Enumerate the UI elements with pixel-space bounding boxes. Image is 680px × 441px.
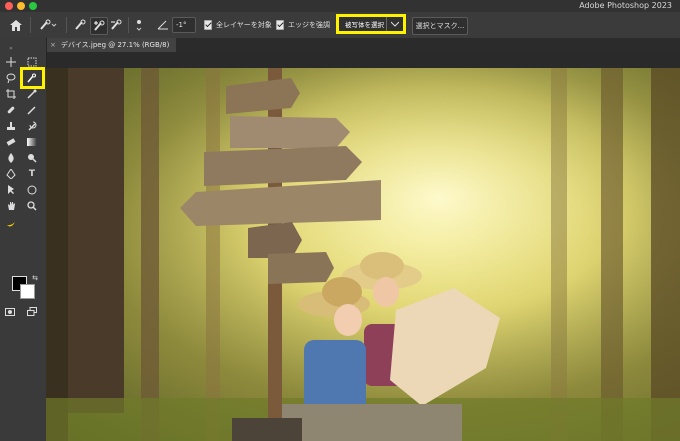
brush-new-selection-icon — [75, 19, 86, 30]
chevron-down-icon — [391, 21, 399, 27]
enhance-edge-label: エッジを強調 — [288, 21, 330, 29]
lasso-icon — [6, 73, 16, 83]
type-icon: T — [28, 169, 36, 179]
brush-size-picker[interactable] — [132, 17, 146, 33]
separator — [66, 17, 67, 33]
eyedropper-icon — [27, 89, 37, 99]
gradient-tool[interactable] — [25, 136, 39, 148]
type-tool[interactable]: T — [25, 168, 39, 180]
hand-tool[interactable] — [4, 200, 18, 212]
add-to-selection-button[interactable] — [90, 17, 108, 35]
document-tab-title: デバイス.jpeg @ 27.1% (RGB/8) — [60, 41, 170, 49]
blur-icon — [8, 153, 14, 163]
dodge-icon — [28, 154, 37, 163]
eraser-icon — [6, 138, 16, 146]
angle-icon — [156, 17, 170, 33]
marquee-icon — [27, 57, 37, 67]
path-selection-tool[interactable] — [4, 184, 18, 196]
enhance-edge-checkbox[interactable] — [276, 17, 284, 33]
photo-scene — [46, 68, 680, 441]
swap-colors-icon[interactable]: ⇆ — [28, 272, 42, 284]
dodge-tool[interactable] — [25, 152, 39, 164]
stamp-icon — [7, 122, 15, 130]
select-subject-dropdown[interactable] — [386, 17, 403, 31]
ellipse-tool[interactable] — [25, 184, 39, 196]
move-icon — [6, 57, 16, 67]
select-subject-button[interactable]: 被写体を選択 — [336, 14, 406, 34]
history-brush-tool[interactable] — [25, 120, 39, 132]
background-color-swatch[interactable] — [20, 284, 35, 299]
document-tab-bar: × デバイス.jpeg @ 27.1% (RGB/8) — [46, 38, 680, 52]
quick-selection-highlight — [20, 67, 45, 89]
collapse-panel-icon[interactable]: » — [4, 42, 18, 54]
magnifier-icon — [27, 201, 37, 211]
pen-tool[interactable] — [4, 168, 18, 180]
healing-brush-tool[interactable] — [4, 104, 18, 116]
eyedropper-tool[interactable] — [25, 88, 39, 100]
ruler — [46, 52, 680, 69]
crop-icon — [6, 89, 16, 99]
zoom-window-button[interactable] — [29, 2, 37, 10]
options-bar: -1° 全レイヤーを対象 エッジを強調 被写体を選択 選択とマスク... — [0, 12, 680, 39]
tool-preset-picker[interactable] — [36, 17, 60, 33]
separator — [128, 17, 129, 33]
quick-mask-button[interactable] — [3, 306, 17, 318]
title-bar: Adobe Photoshop 2023 — [0, 0, 680, 12]
screen-mode-icon — [27, 307, 37, 316]
select-and-mask-button[interactable]: 選択とマスク... — [412, 17, 468, 35]
document-tab[interactable]: × デバイス.jpeg @ 27.1% (RGB/8) — [46, 38, 176, 52]
close-window-button[interactable] — [5, 2, 13, 10]
tools-panel: » T ⇆ — [0, 38, 47, 441]
screen-mode-button[interactable] — [25, 306, 39, 318]
minimize-window-button[interactable] — [17, 2, 25, 10]
quick-select-brush-icon — [40, 19, 57, 30]
banana-icon — [7, 222, 15, 227]
lasso-tool[interactable] — [4, 72, 18, 84]
brush-icon — [27, 106, 36, 115]
separator — [30, 17, 31, 33]
angle-field[interactable]: -1° — [172, 17, 196, 33]
arrow-pointer-icon — [8, 185, 14, 194]
home-button[interactable] — [6, 17, 26, 33]
hand-icon — [8, 202, 15, 210]
edit-toolbar-button[interactable] — [4, 218, 18, 230]
new-selection-button[interactable] — [72, 17, 88, 33]
close-tab-icon[interactable]: × — [46, 41, 61, 49]
eraser-tool[interactable] — [4, 136, 18, 148]
sample-all-layers-label: 全レイヤーを対象 — [216, 21, 272, 29]
home-icon — [10, 19, 22, 31]
brush-add-selection-icon — [94, 20, 105, 31]
quick-mask-icon — [5, 308, 15, 316]
document-canvas[interactable] — [46, 68, 680, 441]
pen-icon — [6, 169, 16, 179]
brush-tool[interactable] — [25, 104, 39, 116]
zoom-tool[interactable] — [25, 200, 39, 212]
brush-size-icon — [136, 20, 142, 31]
subtract-from-selection-button[interactable] — [108, 17, 124, 33]
sample-all-layers-checkbox[interactable] — [204, 17, 212, 33]
crop-tool[interactable] — [4, 88, 18, 100]
clone-stamp-tool[interactable] — [4, 120, 18, 132]
history-brush-icon — [28, 121, 37, 131]
gradient-icon — [27, 138, 37, 146]
brush-subtract-selection-icon — [111, 19, 122, 30]
blur-tool[interactable] — [4, 152, 18, 164]
select-subject-label: 被写体を選択 — [345, 21, 384, 29]
app-title: Adobe Photoshop 2023 — [579, 1, 672, 10]
ellipse-icon — [27, 185, 37, 195]
move-tool[interactable] — [4, 56, 18, 68]
bandage-icon — [7, 106, 15, 114]
